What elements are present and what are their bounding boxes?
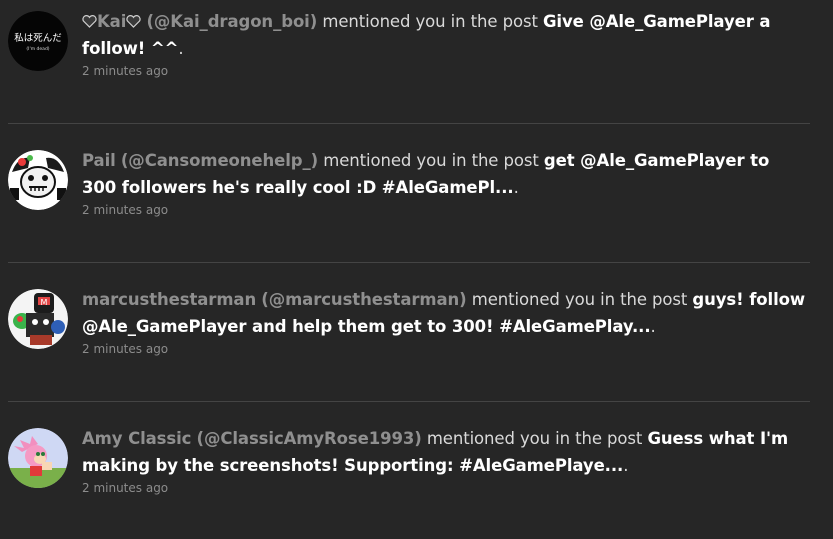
timestamp: 2 minutes ago xyxy=(82,64,169,78)
black-circle-japanese-text-avatar-icon: 私は死んだ (I'm dead) xyxy=(8,11,68,71)
timestamp: 2 minutes ago xyxy=(82,481,169,495)
divider xyxy=(8,401,810,402)
pink-hedgehog-avatar-icon xyxy=(8,428,68,488)
timestamp: 2 minutes ago xyxy=(82,203,169,217)
heart-icon xyxy=(82,15,97,28)
notification-verb: mentioned you in the post xyxy=(322,12,538,31)
notification-body: marcusthestarman (@marcusthestarman) men… xyxy=(82,286,807,356)
notification-item[interactable]: Amy Classic (@ClassicAmyRose1993) mentio… xyxy=(8,417,810,539)
avatar[interactable] xyxy=(8,150,68,210)
username-link[interactable]: Kai xyxy=(97,12,126,31)
avatar[interactable]: 私は死んだ (I'm dead) xyxy=(8,11,68,71)
avatar-text: 私は死んだ xyxy=(14,33,62,44)
notification-item[interactable]: 私は死んだ (I'm dead) Kai (@Kai_dragon_boi) m… xyxy=(8,0,810,122)
user-handle-link[interactable]: (@Kai_dragon_boi) xyxy=(146,12,317,31)
notification-item[interactable]: Pail (@Cansomeonehelp_) mentioned you in… xyxy=(8,139,810,261)
username-link[interactable]: Amy Classic xyxy=(82,429,191,448)
notification-body: Kai (@Kai_dragon_boi) mentioned you in t… xyxy=(82,8,807,78)
cartoon-face-avatar-icon xyxy=(8,150,68,210)
avatar[interactable] xyxy=(8,428,68,488)
notification-text: marcusthestarman (@marcusthestarman) men… xyxy=(82,286,807,340)
user-handle-link[interactable]: (@ClassicAmyRose1993) xyxy=(197,429,422,448)
notification-item[interactable]: M marcusthestarman (@marcusthestarman) m… xyxy=(8,278,810,400)
user-handle-link[interactable]: (@Cansomeonehelp_) xyxy=(121,151,318,170)
timestamp: 2 minutes ago xyxy=(82,342,169,356)
notification-verb: mentioned you in the post xyxy=(426,429,643,448)
user-handle-link[interactable]: (@marcusthestarman) xyxy=(261,290,466,309)
post-title-tail: . xyxy=(178,39,184,58)
divider xyxy=(8,123,810,124)
notification-text: Pail (@Cansomeonehelp_) mentioned you in… xyxy=(82,147,807,201)
notification-body: Pail (@Cansomeonehelp_) mentioned you in… xyxy=(82,147,807,217)
post-title-tail: . xyxy=(623,456,629,475)
notification-text: Amy Classic (@ClassicAmyRose1993) mentio… xyxy=(82,425,807,479)
notification-text: Kai (@Kai_dragon_boi) mentioned you in t… xyxy=(82,8,807,62)
svg-text:M: M xyxy=(41,298,48,307)
notification-verb: mentioned you in the post xyxy=(471,290,688,309)
notification-verb: mentioned you in the post xyxy=(323,151,539,170)
pixel-character-avatar-icon: M xyxy=(8,289,68,349)
avatar-subtext: (I'm dead) xyxy=(26,46,49,52)
username-link[interactable]: Pail xyxy=(82,151,116,170)
username-link[interactable]: marcusthestarman xyxy=(82,290,256,309)
avatar[interactable]: M xyxy=(8,289,68,349)
post-title-tail: . xyxy=(650,317,656,336)
notification-body: Amy Classic (@ClassicAmyRose1993) mentio… xyxy=(82,425,807,495)
post-title-tail: . xyxy=(513,178,519,197)
divider xyxy=(8,262,810,263)
heart-icon xyxy=(126,15,141,28)
notifications-list: 私は死んだ (I'm dead) Kai (@Kai_dragon_boi) m… xyxy=(0,0,833,533)
